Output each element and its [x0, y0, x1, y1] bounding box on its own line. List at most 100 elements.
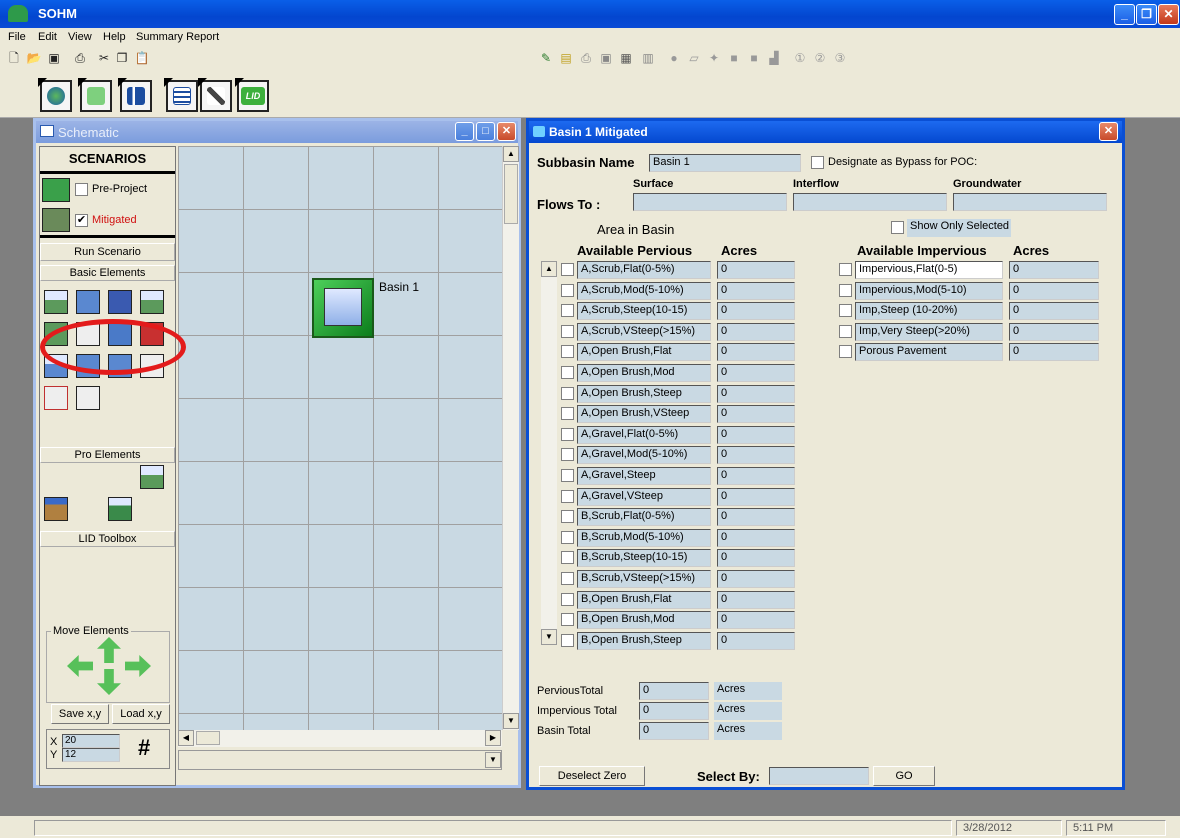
square-icon-2[interactable]: ■	[746, 51, 762, 66]
pervious-row-checkbox[interactable]	[561, 263, 574, 276]
impervious-row-acres[interactable]: 0	[1009, 302, 1099, 321]
new-icon[interactable]: 🗋	[6, 51, 22, 66]
chart-icon[interactable]: ▟	[766, 51, 782, 66]
pervious-row-checkbox[interactable]	[561, 551, 574, 565]
schematic-grid[interactable]	[178, 146, 502, 730]
copy-icon[interactable]: ❐	[114, 51, 130, 66]
minimize-button[interactable]: _	[1114, 4, 1135, 25]
circle-icon[interactable]: ●	[666, 51, 682, 66]
impervious-row-acres[interactable]: 0	[1009, 281, 1099, 300]
open-icon[interactable]: 📂	[26, 51, 42, 66]
impervious-row-acres[interactable]: 0	[1009, 261, 1099, 279]
schematic-close-button[interactable]: ✕	[497, 122, 516, 141]
scroll-up-icon[interactable]: ▲	[503, 146, 519, 162]
deselect-zero-button[interactable]: Deselect Zero	[539, 766, 645, 786]
paste-icon[interactable]: 📋	[134, 51, 150, 66]
subbasin-name-field[interactable]: Basin 1	[649, 154, 801, 172]
grid-icon[interactable]: ▥	[640, 51, 656, 66]
scroll-left-icon[interactable]: ◀	[178, 730, 194, 746]
sub-basin-icon[interactable]	[140, 290, 164, 314]
pro-pond-icon[interactable]	[140, 465, 164, 489]
pervious-row-checkbox[interactable]	[561, 324, 574, 338]
report-button[interactable]	[166, 80, 198, 112]
menu-view[interactable]: View	[68, 31, 92, 43]
x-coordinate-field[interactable]: 20	[62, 734, 120, 748]
schematic-dropdown[interactable]: ▼	[178, 750, 502, 770]
hscroll-thumb[interactable]	[196, 731, 220, 745]
schematic-vertical-scrollbar[interactable]: ▲ ▼	[502, 146, 519, 730]
basin-1-element[interactable]	[312, 278, 374, 338]
pervious-row-acres[interactable]: 0	[717, 425, 795, 444]
pervious-row-acres[interactable]: 0	[717, 261, 795, 279]
scroll-down-icon[interactable]: ▼	[503, 713, 519, 729]
impervious-row-checkbox[interactable]	[839, 283, 852, 297]
impervious-row-acres[interactable]: 0	[1009, 322, 1099, 341]
pervious-row-acres[interactable]: 0	[717, 467, 795, 485]
pervious-row-checkbox[interactable]	[561, 489, 574, 503]
pervious-row-checkbox[interactable]	[561, 427, 574, 441]
square-icon[interactable]: ■	[726, 51, 742, 66]
menu-file[interactable]: File	[8, 31, 26, 43]
pervious-row-checkbox[interactable]	[561, 345, 574, 359]
scroll-thumb[interactable]	[504, 164, 518, 224]
lid-button[interactable]: LID	[237, 80, 269, 112]
pervious-row-checkbox[interactable]	[561, 633, 574, 647]
pre-project-checkbox[interactable]	[75, 183, 88, 196]
pervious-row-checkbox[interactable]	[561, 407, 574, 421]
pervious-scroll-up-icon[interactable]: ▲	[541, 261, 557, 277]
menu-help[interactable]: Help	[103, 31, 126, 43]
close-button[interactable]: ✕	[1158, 4, 1179, 25]
mitigated-checkbox[interactable]: ✔	[75, 214, 88, 227]
pervious-scrollbar[interactable]: ▲ ▼	[541, 261, 557, 645]
menu-summary-report[interactable]: Summary Report	[136, 31, 219, 43]
impervious-row-checkbox[interactable]	[839, 324, 852, 338]
run-scenario-button[interactable]: Run Scenario	[40, 243, 175, 261]
flows-to-interflow-field[interactable]	[793, 193, 947, 211]
basic-elements-header[interactable]: Basic Elements	[40, 265, 175, 281]
pervious-row-acres[interactable]: 0	[717, 343, 795, 362]
restore-button[interactable]: ❐	[1136, 4, 1157, 25]
save-xy-button[interactable]: Save x,y	[51, 704, 109, 724]
wave-button[interactable]	[80, 80, 112, 112]
pervious-row-checkbox[interactable]	[561, 572, 574, 585]
pervious-row-acres[interactable]: 0	[717, 281, 795, 300]
basin-close-button[interactable]: ✕	[1099, 122, 1118, 141]
print-icon[interactable]: ⎙	[72, 51, 88, 66]
scroll-right-icon[interactable]: ▶	[485, 730, 501, 746]
bypass-checkbox[interactable]	[811, 156, 824, 169]
pervious-row-acres[interactable]: 0	[717, 508, 795, 527]
pervious-row-checkbox[interactable]	[561, 510, 574, 524]
pervious-row-checkbox[interactable]	[561, 283, 574, 297]
pro-elements-header[interactable]: Pro Elements	[40, 447, 175, 463]
table-icon[interactable]: ▦	[618, 51, 634, 66]
run-icon[interactable]: ✦	[706, 51, 722, 66]
show-only-selected-checkbox[interactable]	[891, 221, 904, 234]
cut-icon[interactable]: ✂	[96, 51, 112, 66]
schematic-maximize-button[interactable]: □	[476, 122, 495, 141]
pervious-row-acres[interactable]: 0	[717, 322, 795, 341]
pervious-row-checkbox[interactable]	[561, 592, 574, 606]
pervious-row-acres[interactable]: 0	[717, 487, 795, 506]
table-element-icon[interactable]	[76, 386, 100, 410]
pervious-row-acres[interactable]: 0	[717, 611, 795, 630]
flows-to-surface-field[interactable]	[633, 193, 787, 211]
impervious-row-checkbox[interactable]	[839, 304, 852, 318]
bioretention-icon[interactable]	[44, 497, 68, 521]
circled-3-icon[interactable]: ③	[832, 51, 848, 66]
save-icon-2[interactable]: ▣	[598, 51, 614, 66]
schematic-horizontal-scrollbar[interactable]: ◀ ▶	[178, 730, 502, 747]
pervious-row-acres[interactable]: 0	[717, 570, 795, 588]
impervious-row-checkbox[interactable]	[839, 345, 852, 359]
pervious-row-checkbox[interactable]	[561, 613, 574, 627]
circled-2-icon[interactable]: ②	[812, 51, 828, 66]
pervious-row-acres[interactable]: 0	[717, 384, 795, 403]
pervious-row-acres[interactable]: 0	[717, 405, 795, 424]
bar-chart-button[interactable]	[120, 80, 152, 112]
globe-button[interactable]	[40, 80, 72, 112]
save-icon[interactable]: ▣	[46, 51, 62, 66]
trapezoid-pond-icon[interactable]	[76, 290, 100, 314]
chevron-down-icon[interactable]: ▼	[485, 752, 501, 768]
go-button[interactable]: GO	[873, 766, 935, 786]
pervious-row-checkbox[interactable]	[561, 448, 574, 462]
pipe-element-icon[interactable]	[108, 290, 132, 314]
